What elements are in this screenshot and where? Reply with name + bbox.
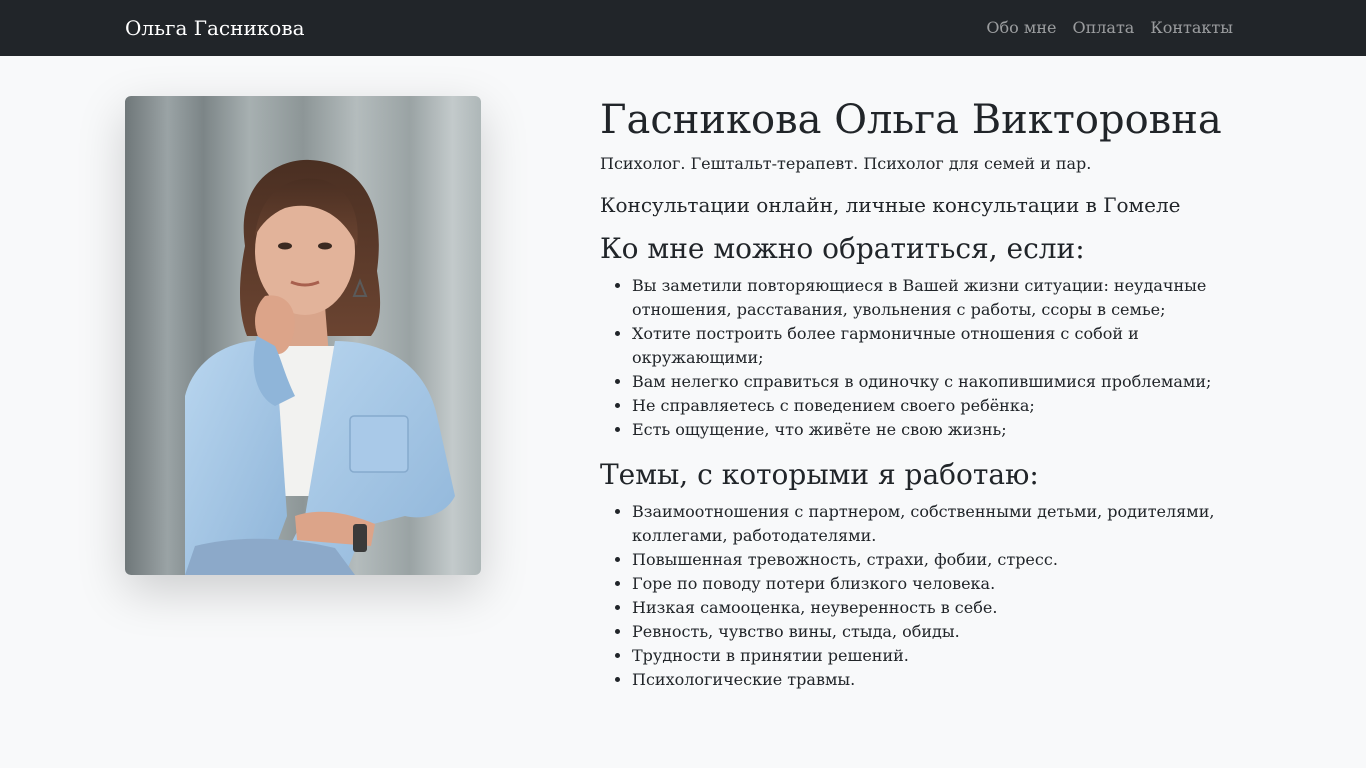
brand-link[interactable]: Ольга Гасникова (125, 15, 305, 41)
nav-link-contacts[interactable]: Контакты (1150, 17, 1233, 39)
list-item: Психологические травмы. (632, 668, 1240, 692)
profile-photo (125, 96, 481, 575)
list-item: Трудности в принятии решений. (632, 644, 1240, 668)
reasons-list: Вы заметили повторяющиеся в Вашей жизни … (600, 274, 1240, 442)
list-item: Есть ощущение, что живёте не свою жизнь; (632, 418, 1240, 442)
list-item: Хотите построить более гармоничные отнош… (632, 322, 1240, 370)
page-title: Гасникова Ольга Викторовна (600, 97, 1222, 143)
list-item: Не справляетесь с поведением своего ребё… (632, 394, 1240, 418)
nav-links: Обо мне Оплата Контакты (986, 17, 1233, 39)
list-item: Низкая самооценка, неуверенность в себе. (632, 596, 1240, 620)
list-item: Вам нелегко справиться в одиночку с нако… (632, 370, 1240, 394)
consultations-heading: Консультации онлайн, личные консультации… (600, 193, 1181, 217)
nav-link-payment[interactable]: Оплата (1072, 17, 1134, 39)
main-content: Гасникова Ольга Викторовна Психолог. Геш… (600, 96, 1240, 708)
list-item: Ревность, чувство вины, стыда, обиды. (632, 620, 1240, 644)
portrait-image (125, 96, 481, 575)
topics-list: Взаимоотношения с партнером, собственным… (600, 500, 1240, 692)
list-item: Вы заметили повторяющиеся в Вашей жизни … (632, 274, 1240, 322)
list-item: Горе по поводу потери близкого человека. (632, 572, 1240, 596)
list-item: Повышенная тревожность, страхи, фобии, с… (632, 548, 1240, 572)
reasons-heading: Ко мне можно обратиться, если: (600, 232, 1085, 265)
profession-subtitle: Психолог. Гештальт-терапевт. Психолог дл… (600, 154, 1092, 173)
list-item: Взаимоотношения с партнером, собственным… (632, 500, 1240, 548)
nav-link-about[interactable]: Обо мне (986, 17, 1056, 39)
navbar: Ольга Гасникова Обо мне Оплата Контакты (0, 0, 1366, 56)
topics-heading: Темы, с которыми я работаю: (600, 458, 1039, 491)
